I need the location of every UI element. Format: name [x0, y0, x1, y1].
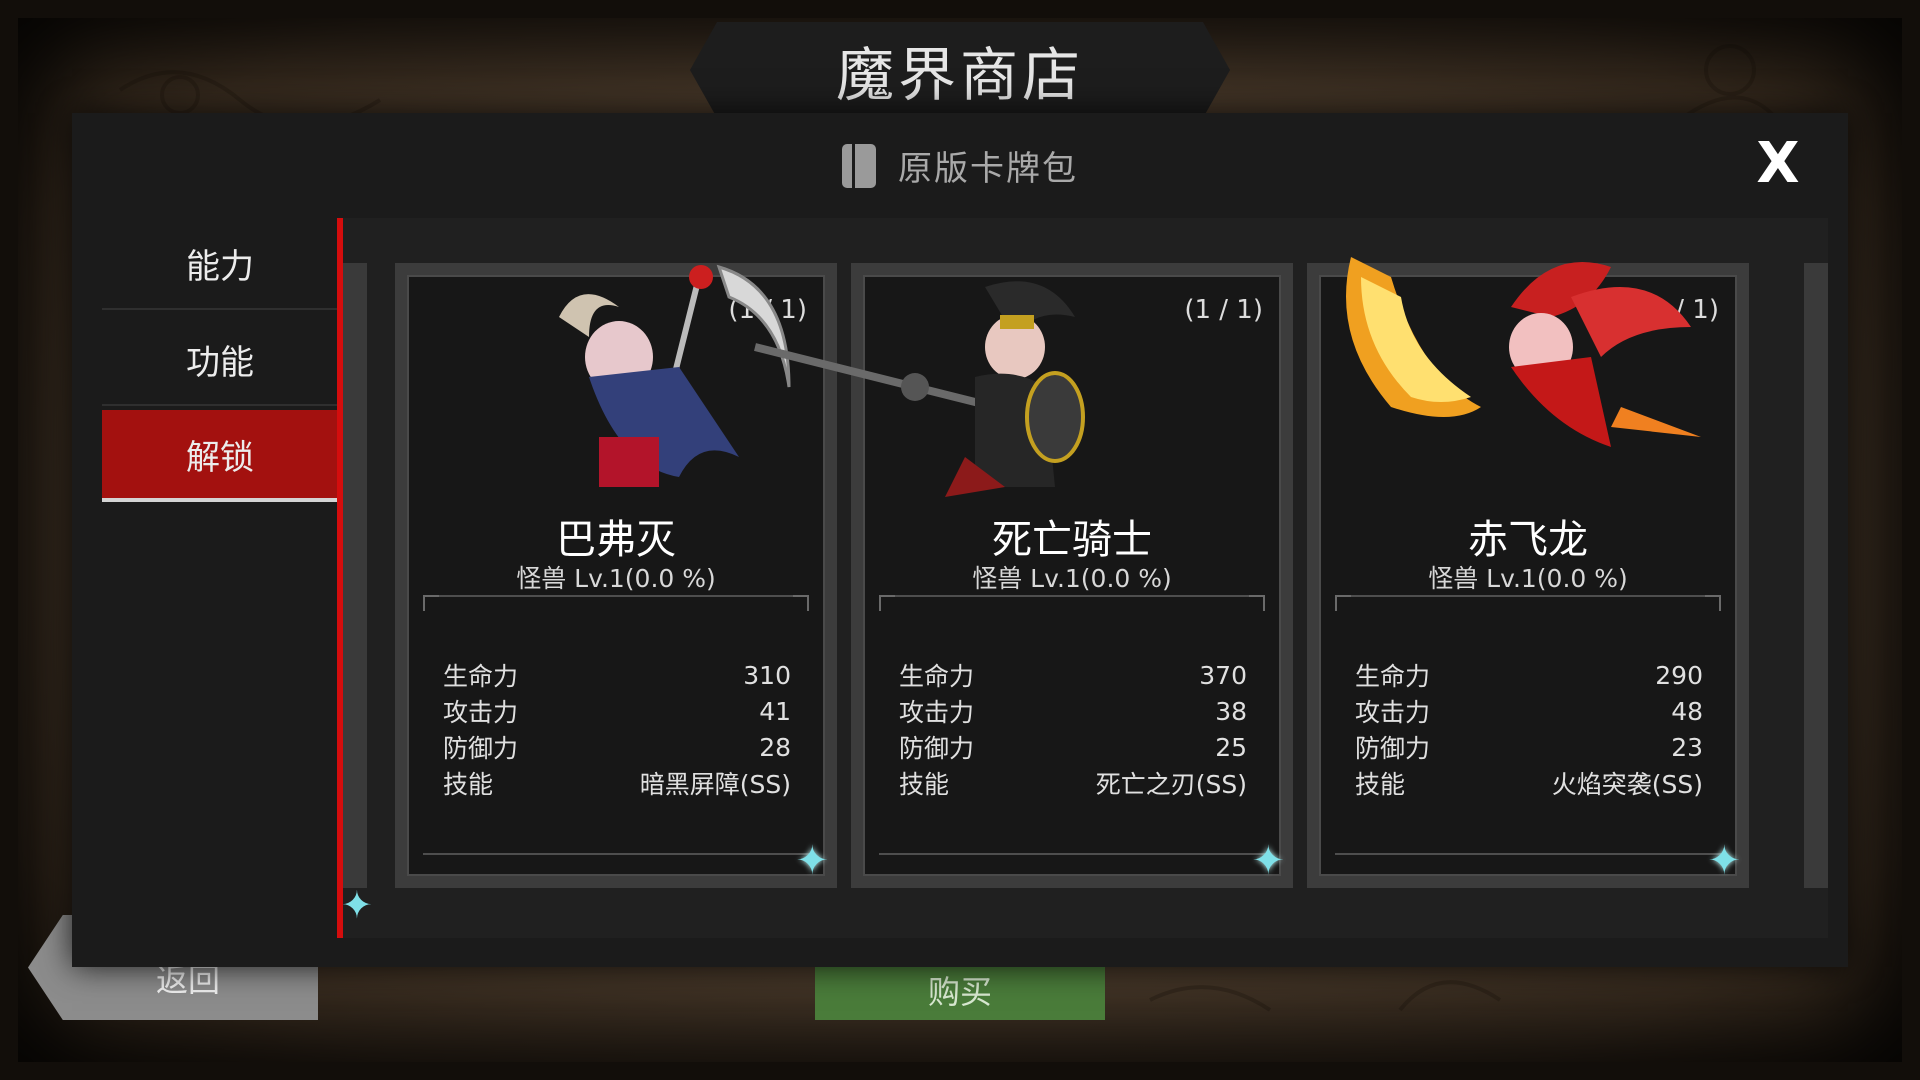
death-knight-sprite	[754, 281, 1085, 497]
card-carousel[interactable]: ✦ (1 / 1) 巴弗灭 怪兽 Lv.1(0.0 %)	[343, 218, 1828, 938]
pack-header: 原版卡牌包	[72, 113, 1848, 218]
red-dragon-sprite	[1346, 257, 1701, 447]
shop-title: 魔界商店	[835, 41, 1084, 109]
stat-defense: 防御力 28	[443, 732, 791, 764]
stat-attack: 攻击力 41	[443, 696, 791, 728]
card-name: 巴弗灭	[556, 517, 676, 563]
star-icon: ✦	[795, 838, 829, 884]
sidebar-item-ability[interactable]: 能力	[102, 218, 338, 310]
stat-defense: 防御力 25	[899, 732, 1247, 764]
stat-skill: 技能 暗黑屏障(SS)	[443, 770, 791, 799]
edge-card-left[interactable]: ✦	[343, 263, 373, 927]
stat-hp: 生命力 370	[899, 660, 1247, 692]
close-button[interactable]: X	[1748, 131, 1808, 196]
monster-card[interactable]: (1 / 1) 赤飞龙 怪兽 Lv.1(0.0 %) 生命力 290 攻击力 48	[1307, 257, 1749, 888]
buy-button[interactable]: 购买	[815, 960, 1105, 1020]
star-icon: ✦	[343, 883, 373, 927]
star-icon: ✦	[1707, 838, 1741, 884]
stat-attack: 攻击力 48	[1355, 696, 1703, 728]
stat-defense: 防御力 23	[1355, 732, 1703, 764]
shop-title-banner: 魔界商店	[690, 22, 1230, 118]
card-name: 赤飞龙	[1468, 517, 1588, 563]
card-count: (1 / 1)	[1184, 295, 1263, 325]
card-level: 怪兽 Lv.1(0.0 %)	[516, 564, 716, 593]
sidebar: 能力 功能 解锁	[102, 218, 338, 506]
edge-card-right[interactable]	[1804, 263, 1828, 888]
sidebar-item-function[interactable]: 功能	[102, 314, 338, 406]
stat-hp: 生命力 310	[443, 660, 791, 692]
stat-box: 生命力 370 攻击力 38 防御力 25 技能 死亡之刃(SS)	[879, 595, 1265, 855]
stat-box: 生命力 290 攻击力 48 防御力 23 技能 火焰突袭(SS)	[1335, 595, 1721, 855]
stat-box: 生命力 310 攻击力 41 防御力 28 技能 暗黑屏障(SS)	[423, 595, 809, 855]
card-name: 死亡骑士	[992, 517, 1152, 563]
stat-skill: 技能 火焰突袭(SS)	[1355, 770, 1703, 799]
stat-skill: 技能 死亡之刃(SS)	[899, 770, 1247, 799]
stat-hp: 生命力 290	[1355, 660, 1703, 692]
star-icon: ✦	[1251, 838, 1285, 884]
card-pack-dialog: 原版卡牌包 X 能力 功能 解锁 ✦ (1 / 1)	[72, 113, 1848, 967]
pack-title: 原版卡牌包	[898, 149, 1078, 189]
card-level: 怪兽 Lv.1(0.0 %)	[972, 564, 1172, 593]
sidebar-item-unlock[interactable]: 解锁	[102, 410, 338, 502]
stat-attack: 攻击力 38	[899, 696, 1247, 728]
monster-card[interactable]: (1 / 1) 死亡骑士 怪兽 Lv.1(0.0 %) 生命力 370 攻击力 …	[754, 263, 1293, 888]
card-level: 怪兽 Lv.1(0.0 %)	[1428, 564, 1628, 593]
card-pack-icon	[842, 143, 876, 188]
